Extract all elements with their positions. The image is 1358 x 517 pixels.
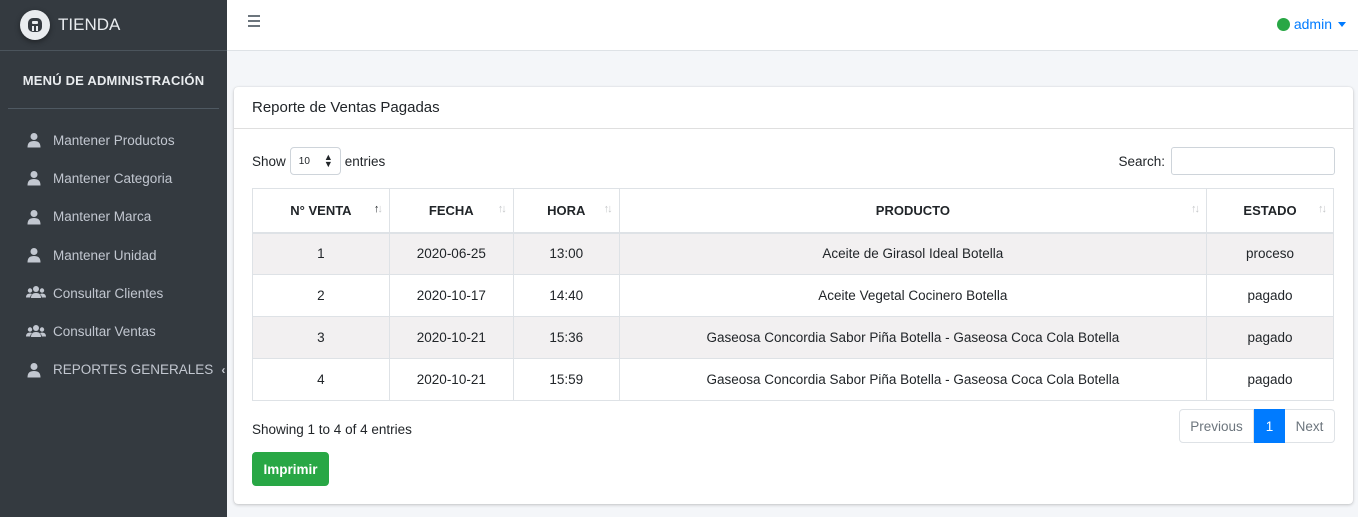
online-status-icon <box>1276 17 1290 31</box>
sidebar-item-label: Mantener Marca <box>53 209 152 225</box>
table-row: 1 2020-06-25 13:00 Aceite de Girasol Ide… <box>252 232 1334 275</box>
sidebar-item-consultar-clientes[interactable]: Consultar Clientes <box>0 274 227 312</box>
sales-table: N° VENTA ↑↓ FECHA ↑↓ HORA ↑↓ PRODUCTO ↑↓… <box>252 188 1334 401</box>
cell-producto: Aceite de Girasol Ideal Botella <box>618 232 1208 275</box>
sidebar-item-label: Consultar Clientes <box>53 285 164 301</box>
cell-fecha: 2020-06-25 <box>388 232 514 275</box>
brand-link[interactable]: TIENDA <box>0 0 227 51</box>
cell-hora: 14:40 <box>512 274 620 317</box>
menu-header: MENÚ DE ADMINISTRACIÓN <box>8 51 219 109</box>
cell-fecha: 2020-10-21 <box>388 358 514 401</box>
cell-hora: 13:00 <box>512 232 620 275</box>
sidebar-item-label: Mantener Categoria <box>53 170 173 186</box>
users-icon <box>26 285 48 301</box>
sidebar: TIENDA MENÚ DE ADMINISTRACIÓN Mantener P… <box>0 0 227 517</box>
table-controls: Show 10 ▲ ▼ entries Search: <box>252 147 1335 175</box>
cell-estado: proceso <box>1206 232 1334 275</box>
show-label: Show <box>252 153 286 169</box>
chevron-left-icon: ‹ <box>221 362 226 377</box>
pagination: Previous 1 Next <box>1179 409 1335 443</box>
sort-icon: ↑↓ <box>1318 203 1327 215</box>
page-size-value: 10 <box>298 155 310 167</box>
sidebar-item-consultar-ventas[interactable]: Consultar Ventas <box>0 312 227 350</box>
report-card: Reporte de Ventas Pagadas Show 10 ▲ ▼ ent… <box>234 87 1353 504</box>
length-control: Show 10 ▲ ▼ entries <box>252 147 385 175</box>
next-page-button[interactable]: Next <box>1285 409 1335 443</box>
user-icon <box>26 362 48 378</box>
user-icon <box>26 170 48 186</box>
table-row: 2 2020-10-17 14:40 Aceite Vegetal Cocine… <box>252 274 1334 317</box>
cell-estado: pagado <box>1206 274 1334 317</box>
cell-n-venta: 1 <box>252 232 390 275</box>
sidebar-item-mantener-productos[interactable]: Mantener Productos <box>0 121 227 159</box>
cell-n-venta: 2 <box>252 274 390 317</box>
table-header-row: N° VENTA ↑↓ FECHA ↑↓ HORA ↑↓ PRODUCTO ↑↓… <box>252 188 1334 234</box>
user-name: admin <box>1293 16 1332 32</box>
table-row: 4 2020-10-21 15:59 Gaseosa Concordia Sab… <box>252 358 1334 401</box>
cell-hora: 15:59 <box>512 358 620 401</box>
cell-fecha: 2020-10-21 <box>388 316 514 359</box>
cell-estado: pagado <box>1206 358 1334 401</box>
sort-icon: ↑↓ <box>497 203 507 215</box>
user-icon <box>26 209 48 225</box>
column-header-fecha[interactable]: FECHA ↑↓ <box>388 188 514 234</box>
entries-label: entries <box>344 153 386 169</box>
caret-down-icon <box>1338 21 1346 27</box>
sidebar-item-reportes-generales[interactable]: REPORTES GENERALES ‹ <box>0 351 227 389</box>
search-label: Search: <box>1118 153 1165 169</box>
column-header-estado[interactable]: ESTADO ↑↓ <box>1206 188 1334 234</box>
sidebar-item-label: Mantener Productos <box>53 132 175 148</box>
table-row: 3 2020-10-21 15:36 Gaseosa Concordia Sab… <box>252 316 1334 359</box>
top-navbar: admin <box>227 0 1358 51</box>
column-header-producto[interactable]: PRODUCTO ↑↓ <box>618 188 1208 234</box>
cell-producto: Gaseosa Concordia Sabor Piña Botella - G… <box>618 316 1208 359</box>
table-info: Showing 1 to 4 of 4 entries <box>252 422 412 437</box>
search-input[interactable] <box>1171 147 1335 175</box>
cell-hora: 15:36 <box>512 316 620 359</box>
cell-producto: Aceite Vegetal Cocinero Botella <box>618 274 1208 317</box>
sort-icon: ↑↓ <box>1191 203 1200 215</box>
page-size-select[interactable]: 10 ▲ ▼ <box>289 147 341 175</box>
cell-n-venta: 3 <box>252 316 390 359</box>
cell-producto: Gaseosa Concordia Sabor Piña Botella - G… <box>618 358 1208 401</box>
sort-icon: ↑↓ <box>603 203 613 215</box>
user-icon <box>26 132 48 148</box>
cell-n-venta: 4 <box>252 358 390 401</box>
sidebar-item-label: Consultar Ventas <box>53 324 156 340</box>
users-icon <box>26 324 48 340</box>
sidebar-item-mantener-unidad[interactable]: Mantener Unidad <box>0 236 227 274</box>
cell-estado: pagado <box>1206 316 1334 359</box>
card-title: Reporte de Ventas Pagadas <box>234 87 1353 129</box>
user-menu[interactable]: admin <box>1276 16 1346 32</box>
print-button[interactable]: Imprimir <box>252 452 329 486</box>
sidebar-item-mantener-categoria[interactable]: Mantener Categoria <box>0 159 227 197</box>
user-icon <box>26 247 48 263</box>
column-header-n-venta[interactable]: N° VENTA ↑↓ <box>252 188 390 234</box>
brand-name: TIENDA <box>58 15 121 34</box>
menu-toggle-icon[interactable] <box>248 15 262 29</box>
page-1-button[interactable]: 1 <box>1254 409 1285 443</box>
sidebar-item-label: Mantener Unidad <box>53 247 157 263</box>
brand-logo-icon <box>20 10 50 40</box>
select-arrows-icon: ▲ ▼ <box>323 152 333 169</box>
search-control: Search: <box>1118 147 1335 175</box>
sidebar-item-mantener-marca[interactable]: Mantener Marca <box>0 198 227 236</box>
previous-page-button[interactable]: Previous <box>1179 409 1254 443</box>
sidebar-item-label: REPORTES GENERALES <box>53 362 214 378</box>
column-header-hora[interactable]: HORA ↑↓ <box>512 188 620 234</box>
cell-fecha: 2020-10-17 <box>388 274 514 317</box>
sort-asc-icon: ↑↓ <box>373 203 383 215</box>
sidebar-nav: Mantener Productos Mantener Categoria Ma… <box>0 109 227 389</box>
